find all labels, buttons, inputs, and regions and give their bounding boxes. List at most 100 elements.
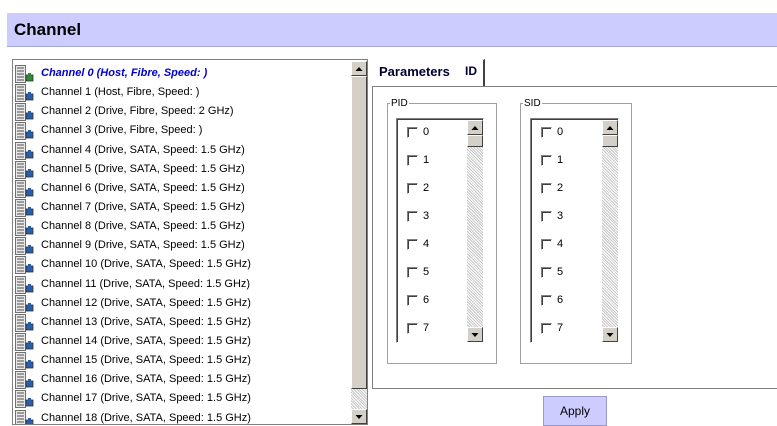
channel-list-item[interactable]: Channel 1 (Host, Fibre, Speed: ) bbox=[13, 83, 351, 103]
scroll-down-button[interactable] bbox=[351, 409, 367, 424]
channel-list-item[interactable]: Channel 8 (Drive, SATA, Speed: 1.5 GHz) bbox=[13, 217, 351, 237]
channel-drive-icon bbox=[15, 275, 41, 294]
channel-list-item-label: Channel 3 (Drive, Fibre, Speed: ) bbox=[41, 124, 203, 137]
pid-checkbox[interactable] bbox=[407, 183, 418, 194]
sid-checkbox-label: 0 bbox=[557, 126, 564, 138]
pid-scrollbar[interactable] bbox=[467, 120, 483, 342]
sid-checkbox[interactable] bbox=[541, 183, 552, 194]
sid-checkbox[interactable] bbox=[541, 211, 552, 222]
channel-list-item-label: Channel 16 (Drive, SATA, Speed: 1.5 GHz) bbox=[41, 373, 251, 386]
channel-list-item[interactable]: Channel 16 (Drive, SATA, Speed: 1.5 GHz) bbox=[13, 370, 351, 390]
pid-checkbox[interactable] bbox=[407, 127, 418, 138]
channel-list-item-label: Channel 18 (Drive, SATA, Speed: 1.5 GHz) bbox=[41, 411, 251, 424]
sid-scroll-up-button[interactable] bbox=[602, 120, 618, 135]
pid-checkbox-label: 1 bbox=[423, 154, 430, 166]
channel-list-item-label: Channel 0 (Host, Fibre, Speed: ) bbox=[41, 67, 208, 79]
page-title: Channel bbox=[14, 20, 82, 39]
channel-list-item-label: Channel 10 (Drive, SATA, Speed: 1.5 GHz) bbox=[41, 258, 251, 271]
channel-list-item[interactable]: Channel 14 (Drive, SATA, Speed: 1.5 GHz) bbox=[13, 332, 351, 351]
channel-list-item[interactable]: Channel 10 (Drive, SATA, Speed: 1.5 GHz) bbox=[13, 255, 351, 275]
channel-list-item[interactable]: Channel 12 (Drive, SATA, Speed: 1.5 GHz) bbox=[13, 294, 351, 313]
channel-drive-icon bbox=[15, 84, 41, 103]
sid-checkbox-label: 5 bbox=[557, 266, 564, 278]
tab-id[interactable]: ID bbox=[461, 59, 485, 86]
channel-list-scrollbar[interactable] bbox=[351, 61, 367, 424]
pid-checkbox-label: 0 bbox=[423, 126, 430, 138]
channel-list-item[interactable]: Channel 13 (Drive, SATA, Speed: 1.5 GHz) bbox=[13, 313, 351, 332]
channel-list-item-label: Channel 7 (Drive, SATA, Speed: 1.5 GHz) bbox=[41, 200, 245, 213]
channel-list-item[interactable]: Channel 9 (Drive, SATA, Speed: 1.5 GHz) bbox=[13, 236, 351, 256]
pid-scroll-thumb[interactable] bbox=[467, 135, 483, 147]
pid-checkbox-label: 5 bbox=[423, 266, 430, 278]
channel-drive-icon bbox=[15, 218, 41, 237]
channel-list-item[interactable]: Channel 4 (Drive, SATA, Speed: 1.5 GHz) bbox=[13, 141, 351, 160]
pid-checkbox[interactable] bbox=[407, 211, 418, 222]
channel-host-icon bbox=[15, 65, 41, 83]
scroll-up-button[interactable] bbox=[351, 61, 367, 76]
channel-list-item-label: Channel 11 (Drive, SATA, Speed: 1.5 GHz) bbox=[41, 277, 251, 290]
channel-list-item-label: Channel 4 (Drive, SATA, Speed: 1.5 GHz) bbox=[41, 143, 245, 156]
sid-scroll-thumb[interactable] bbox=[602, 135, 618, 147]
channel-drive-icon bbox=[15, 409, 41, 424]
channel-drive-icon bbox=[15, 390, 41, 409]
sid-checkbox[interactable] bbox=[541, 127, 552, 138]
channel-list-item-label: Channel 12 (Drive, SATA, Speed: 1.5 GHz) bbox=[41, 296, 251, 309]
channel-drive-icon bbox=[15, 160, 41, 179]
sid-checkbox-label: 7 bbox=[557, 322, 564, 334]
pid-checkbox[interactable] bbox=[407, 267, 418, 278]
page-header: Channel bbox=[7, 13, 777, 47]
pid-checkbox[interactable] bbox=[407, 239, 418, 250]
sid-checkbox[interactable] bbox=[541, 295, 552, 306]
channel-list-item[interactable]: Channel 17 (Drive, SATA, Speed: 1.5 GHz) bbox=[13, 389, 351, 409]
sid-scroll-down-button[interactable] bbox=[602, 327, 618, 342]
channel-list-item-label: Channel 6 (Drive, SATA, Speed: 1.5 GHz) bbox=[41, 181, 245, 194]
sid-checkbox[interactable] bbox=[541, 239, 552, 250]
pid-checkbox-label: 2 bbox=[423, 182, 430, 194]
channel-drive-icon bbox=[15, 371, 41, 390]
pid-scroll-down-button[interactable] bbox=[467, 327, 483, 342]
pid-checkbox[interactable] bbox=[407, 295, 418, 306]
channel-drive-icon bbox=[15, 332, 41, 351]
sid-checkbox-label: 3 bbox=[557, 210, 564, 222]
scroll-thumb[interactable] bbox=[351, 76, 367, 389]
channel-list-item-label: Channel 17 (Drive, SATA, Speed: 1.5 GHz) bbox=[41, 392, 251, 405]
channel-list-item[interactable]: Channel 11 (Drive, SATA, Speed: 1.5 GHz) bbox=[13, 275, 351, 294]
pid-listbox[interactable]: 0 1 2 3 4 5 6 7 bbox=[396, 118, 484, 343]
sid-listbox[interactable]: 0 1 2 3 4 5 6 7 bbox=[530, 118, 619, 343]
sid-legend: SID bbox=[524, 98, 541, 109]
sid-checkbox-label: 2 bbox=[557, 182, 564, 194]
channel-drive-icon bbox=[15, 179, 41, 198]
channel-list-item[interactable]: Channel 18 (Drive, SATA, Speed: 1.5 GHz) bbox=[13, 409, 351, 424]
channel-drive-icon bbox=[15, 237, 41, 256]
channel-drive-icon bbox=[15, 122, 41, 141]
pid-checkbox-label: 4 bbox=[423, 238, 430, 250]
channel-list-item[interactable]: Channel 15 (Drive, SATA, Speed: 1.5 GHz) bbox=[13, 351, 351, 371]
pid-checkbox-label: 7 bbox=[423, 322, 430, 334]
pid-checkbox[interactable] bbox=[407, 155, 418, 166]
channel-drive-icon bbox=[15, 198, 41, 217]
apply-button[interactable]: Apply bbox=[543, 396, 607, 426]
channel-list-item-label: Channel 14 (Drive, SATA, Speed: 1.5 GHz) bbox=[41, 334, 251, 347]
sid-checkbox[interactable] bbox=[541, 267, 552, 278]
pid-checkbox-label: 3 bbox=[423, 210, 430, 222]
channel-list-item[interactable]: Channel 6 (Drive, SATA, Speed: 1.5 GHz) bbox=[13, 179, 351, 198]
sid-checkbox[interactable] bbox=[541, 155, 552, 166]
pid-scroll-up-button[interactable] bbox=[467, 120, 483, 135]
channel-list-item[interactable]: Channel 2 (Drive, Fibre, Speed: 2 GHz) bbox=[13, 102, 351, 122]
channel-list-item-label: Channel 9 (Drive, SATA, Speed: 1.5 GHz) bbox=[41, 239, 245, 252]
pid-checkbox[interactable] bbox=[407, 323, 418, 334]
channel-list[interactable]: Channel 0 (Host, Fibre, Speed: ) Channel … bbox=[12, 59, 368, 425]
sid-checkbox[interactable] bbox=[541, 323, 552, 334]
channel-list-item[interactable]: Channel 7 (Drive, SATA, Speed: 1.5 GHz) bbox=[13, 198, 351, 217]
channel-list-item-label: Channel 5 (Drive, SATA, Speed: 1.5 GHz) bbox=[41, 162, 245, 175]
sid-scrollbar[interactable] bbox=[602, 120, 618, 342]
tab-parameters[interactable]: Parameters bbox=[379, 64, 450, 79]
sid-checkbox-label: 1 bbox=[557, 154, 564, 166]
channel-list-item[interactable]: Channel 5 (Drive, SATA, Speed: 1.5 GHz) bbox=[13, 160, 351, 179]
tab-id-label: ID bbox=[465, 64, 477, 78]
channel-drive-icon bbox=[15, 294, 41, 313]
channel-drive-icon bbox=[15, 141, 41, 160]
channel-list-item-label: Channel 15 (Drive, SATA, Speed: 1.5 GHz) bbox=[41, 354, 251, 367]
channel-list-item[interactable]: Channel 3 (Drive, Fibre, Speed: ) bbox=[13, 121, 351, 141]
channel-list-item[interactable]: Channel 0 (Host, Fibre, Speed: ) bbox=[13, 64, 351, 83]
